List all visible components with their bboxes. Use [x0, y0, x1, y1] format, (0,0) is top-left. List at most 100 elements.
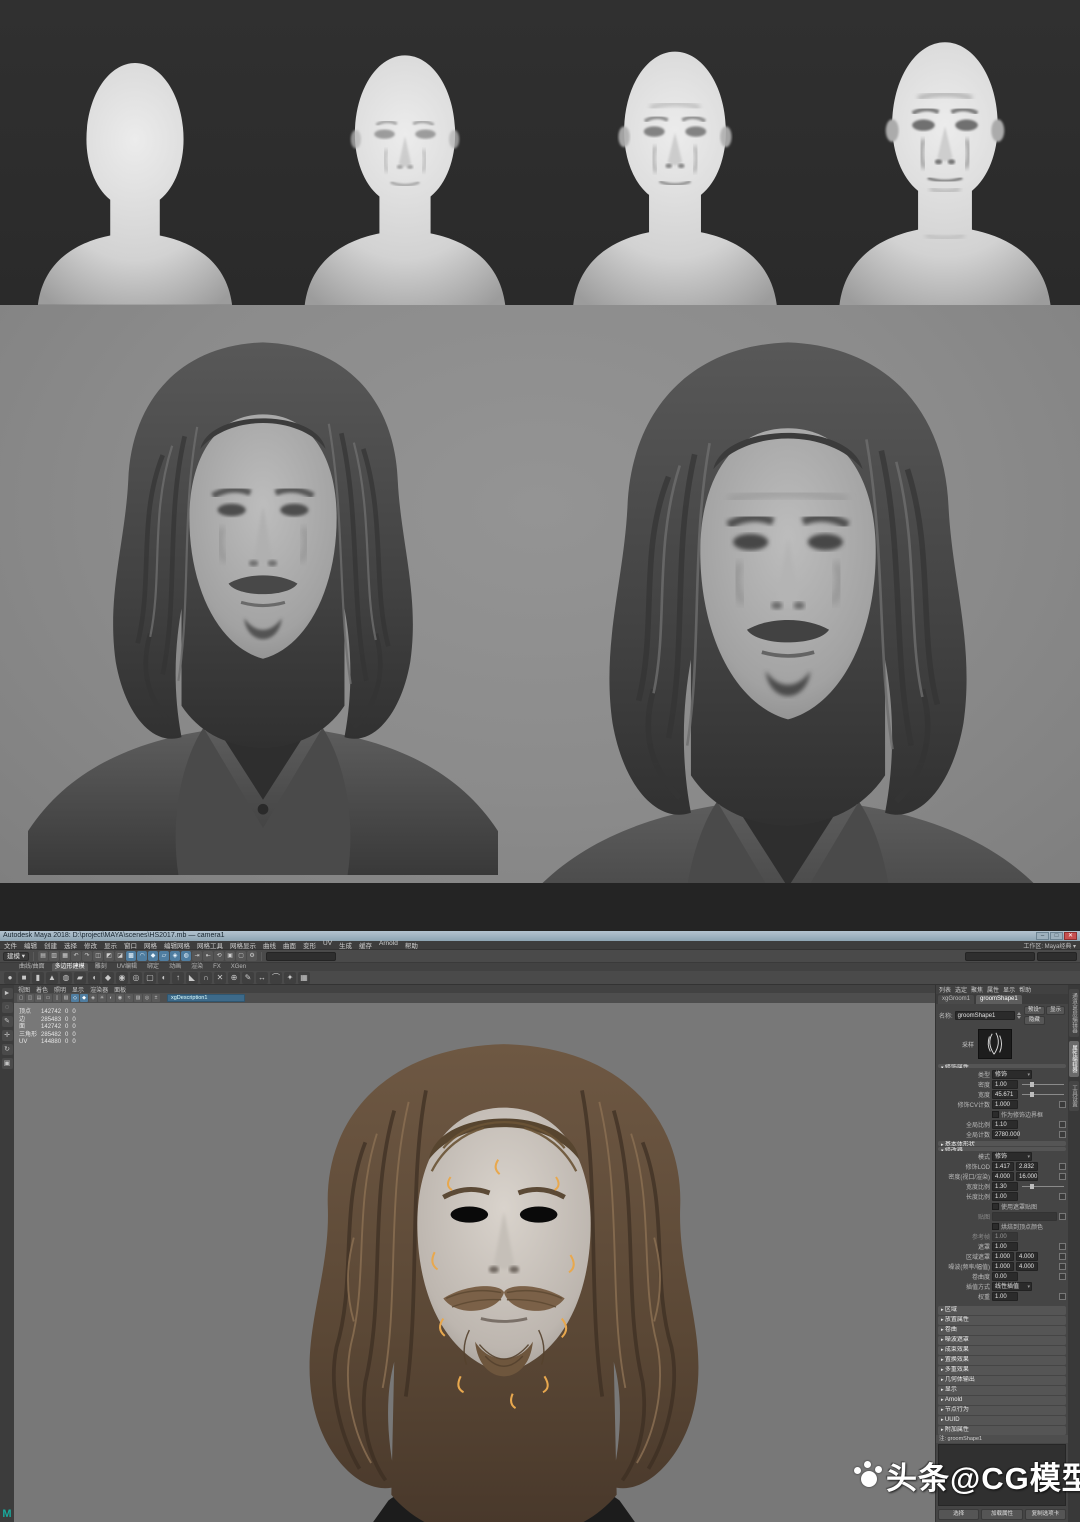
texture-map-icon[interactable]: [1059, 1273, 1066, 1281]
shelf-icon[interactable]: ∩: [200, 972, 212, 984]
status-icon[interactable]: ◠: [137, 951, 148, 961]
sidebar-tab[interactable]: 通道盒/层编辑器: [1069, 989, 1079, 1038]
status-icon[interactable]: ◪: [115, 951, 126, 961]
shelf-icon[interactable]: ◐: [158, 972, 170, 984]
menu-item[interactable]: 编辑: [24, 940, 37, 950]
cv-count-field[interactable]: 1.000: [992, 1099, 1018, 1109]
viewport-toolbar-icon[interactable]: ▭: [44, 994, 52, 1002]
shelf-icon[interactable]: ▮: [32, 972, 44, 984]
panel-menu-item[interactable]: 视图: [18, 985, 30, 994]
viewport-toolbar-icon[interactable]: ▤: [35, 994, 43, 1002]
footer-button[interactable]: 复制选项卡: [1024, 1509, 1066, 1520]
section-header-primitive[interactable]: 基本体形状: [938, 1141, 1066, 1146]
status-icon[interactable]: ↶: [71, 951, 82, 961]
texture-map-icon[interactable]: [1059, 1120, 1066, 1128]
collapsed-section-header[interactable]: 多重效果: [938, 1365, 1066, 1375]
collapsed-section-header[interactable]: 几何体输出: [938, 1375, 1066, 1385]
texture-map-icon[interactable]: [1059, 1293, 1066, 1301]
status-icon[interactable]: ◈: [170, 951, 181, 961]
attribute-editor-menu-item[interactable]: 聚焦: [971, 985, 983, 994]
status-icon[interactable]: ◫: [93, 951, 104, 961]
hair-sample-thumbnail[interactable]: [978, 1029, 1013, 1059]
hide-button[interactable]: 隐藏: [1023, 1016, 1045, 1025]
menu-item[interactable]: 帮助: [405, 940, 418, 950]
region-mask-b-field[interactable]: 4.000: [1016, 1252, 1038, 1262]
status-icon[interactable]: ◆: [148, 951, 159, 961]
global-scale-field[interactable]: 1.10: [992, 1119, 1018, 1129]
panel-menu-item[interactable]: 照明: [54, 985, 66, 994]
texture-map-icon[interactable]: [1059, 1130, 1066, 1138]
status-icon[interactable]: ▢: [236, 951, 247, 961]
shelf-tab[interactable]: 渲染: [188, 963, 206, 971]
viewport-toolbar-icon[interactable]: ◇: [71, 994, 79, 1002]
attribute-editor-menu-item[interactable]: 属性: [987, 985, 999, 994]
pin-spinner[interactable]: [1016, 1012, 1022, 1019]
shelf-tab[interactable]: XGen: [228, 963, 249, 971]
collapsed-section-header[interactable]: Arnold: [938, 1395, 1066, 1405]
tool-icon[interactable]: ►: [1, 988, 13, 999]
shelf-icon[interactable]: ⊕: [228, 972, 240, 984]
density-render-field[interactable]: 16.000: [1016, 1172, 1038, 1182]
status-icon[interactable]: ⚙: [247, 951, 258, 961]
bbox-checkbox[interactable]: [992, 1110, 999, 1118]
collapsed-section-header[interactable]: 附加属性: [938, 1425, 1066, 1435]
collapsed-section-header[interactable]: 噪波遮罩: [938, 1335, 1066, 1345]
density-viewport-field[interactable]: 4.000: [992, 1172, 1014, 1182]
close-button[interactable]: ✕: [1064, 932, 1077, 940]
status-icon[interactable]: ▱: [159, 951, 170, 961]
viewport-toolbar-icon[interactable]: ☀: [98, 994, 106, 1002]
weight-field[interactable]: 1.00: [992, 1292, 1018, 1302]
attribute-editor-menu-item[interactable]: 帮助: [1019, 985, 1031, 994]
texture-map-icon[interactable]: [1059, 1193, 1066, 1201]
attribute-editor-tab[interactable]: xgGroom1: [938, 995, 975, 1004]
mask-map-checkbox[interactable]: [992, 1203, 999, 1211]
lod-viewport-field[interactable]: 1.417: [992, 1162, 1014, 1172]
noise-mag-field[interactable]: 4.000: [1016, 1262, 1038, 1272]
input-line-field[interactable]: [266, 951, 337, 961]
viewport-toolbar-icon[interactable]: ▯: [53, 994, 61, 1002]
viewport-toolbar-icon[interactable]: ◎: [143, 994, 151, 1002]
status-icon[interactable]: ◩: [104, 951, 115, 961]
viewport-toolbar-icon[interactable]: ≈: [125, 994, 133, 1002]
collapsed-section-header[interactable]: 显示: [938, 1385, 1066, 1395]
noise-freq-field[interactable]: 1.000: [992, 1262, 1014, 1272]
menu-item[interactable]: 选择: [64, 940, 77, 950]
menu-item[interactable]: 修改: [84, 940, 97, 950]
global-count-field[interactable]: 2780.000: [992, 1129, 1020, 1139]
viewport-toolbar-icon[interactable]: ▢: [17, 994, 25, 1002]
menu-item[interactable]: 网格: [144, 940, 157, 950]
status-icon[interactable]: ▩: [126, 951, 137, 961]
shelf-icon[interactable]: ●: [4, 972, 16, 984]
menu-item[interactable]: 变形: [303, 940, 316, 950]
collapsed-section-header[interactable]: 置换效果: [938, 1355, 1066, 1365]
collapsed-section-header[interactable]: 成束效果: [938, 1345, 1066, 1355]
collapsed-section-header[interactable]: 节点行为: [938, 1405, 1066, 1415]
shelf-tab[interactable]: UV编辑: [114, 963, 140, 971]
shelf-tab[interactable]: 曲线/曲面: [16, 963, 48, 971]
viewport-toolbar-icon[interactable]: ▨: [134, 994, 142, 1002]
shelf-icon[interactable]: ⌒: [270, 972, 282, 984]
shelf-icon[interactable]: ◎: [130, 972, 142, 984]
shelf-icon[interactable]: ◣: [186, 972, 198, 984]
bake-vertex-color-checkbox[interactable]: [992, 1223, 999, 1231]
footer-button[interactable]: 选择: [938, 1509, 980, 1520]
menu-item[interactable]: 网格工具: [197, 940, 223, 950]
width-scale-field[interactable]: 1.30: [992, 1182, 1018, 1192]
quick-select-field[interactable]: [965, 951, 1035, 961]
width-slider[interactable]: [1022, 1091, 1064, 1097]
menu-item[interactable]: 生成: [339, 940, 352, 950]
viewport-toolbar-icon[interactable]: ◫: [26, 994, 34, 1002]
sidebar-tab[interactable]: 工具设置: [1069, 1080, 1079, 1111]
menu-item[interactable]: 显示: [104, 940, 117, 950]
attribute-editor-menu-item[interactable]: 列表: [939, 985, 951, 994]
presets-button[interactable]: 预设*: [1023, 1006, 1045, 1015]
menu-item[interactable]: UV: [323, 940, 332, 950]
texture-map-icon[interactable]: [1059, 1100, 1066, 1108]
panel-menu-item[interactable]: 渲染器: [90, 985, 108, 994]
shelf-icon[interactable]: ▦: [298, 972, 310, 984]
menu-item[interactable]: 编辑网格: [164, 940, 190, 950]
menu-set-dropdown[interactable]: 建模 ▾: [3, 951, 30, 961]
collapsed-section-header[interactable]: 放置属性: [938, 1315, 1066, 1325]
maximize-button[interactable]: □: [1050, 932, 1063, 940]
interpolation-dropdown[interactable]: 线性插值: [992, 1282, 1032, 1292]
